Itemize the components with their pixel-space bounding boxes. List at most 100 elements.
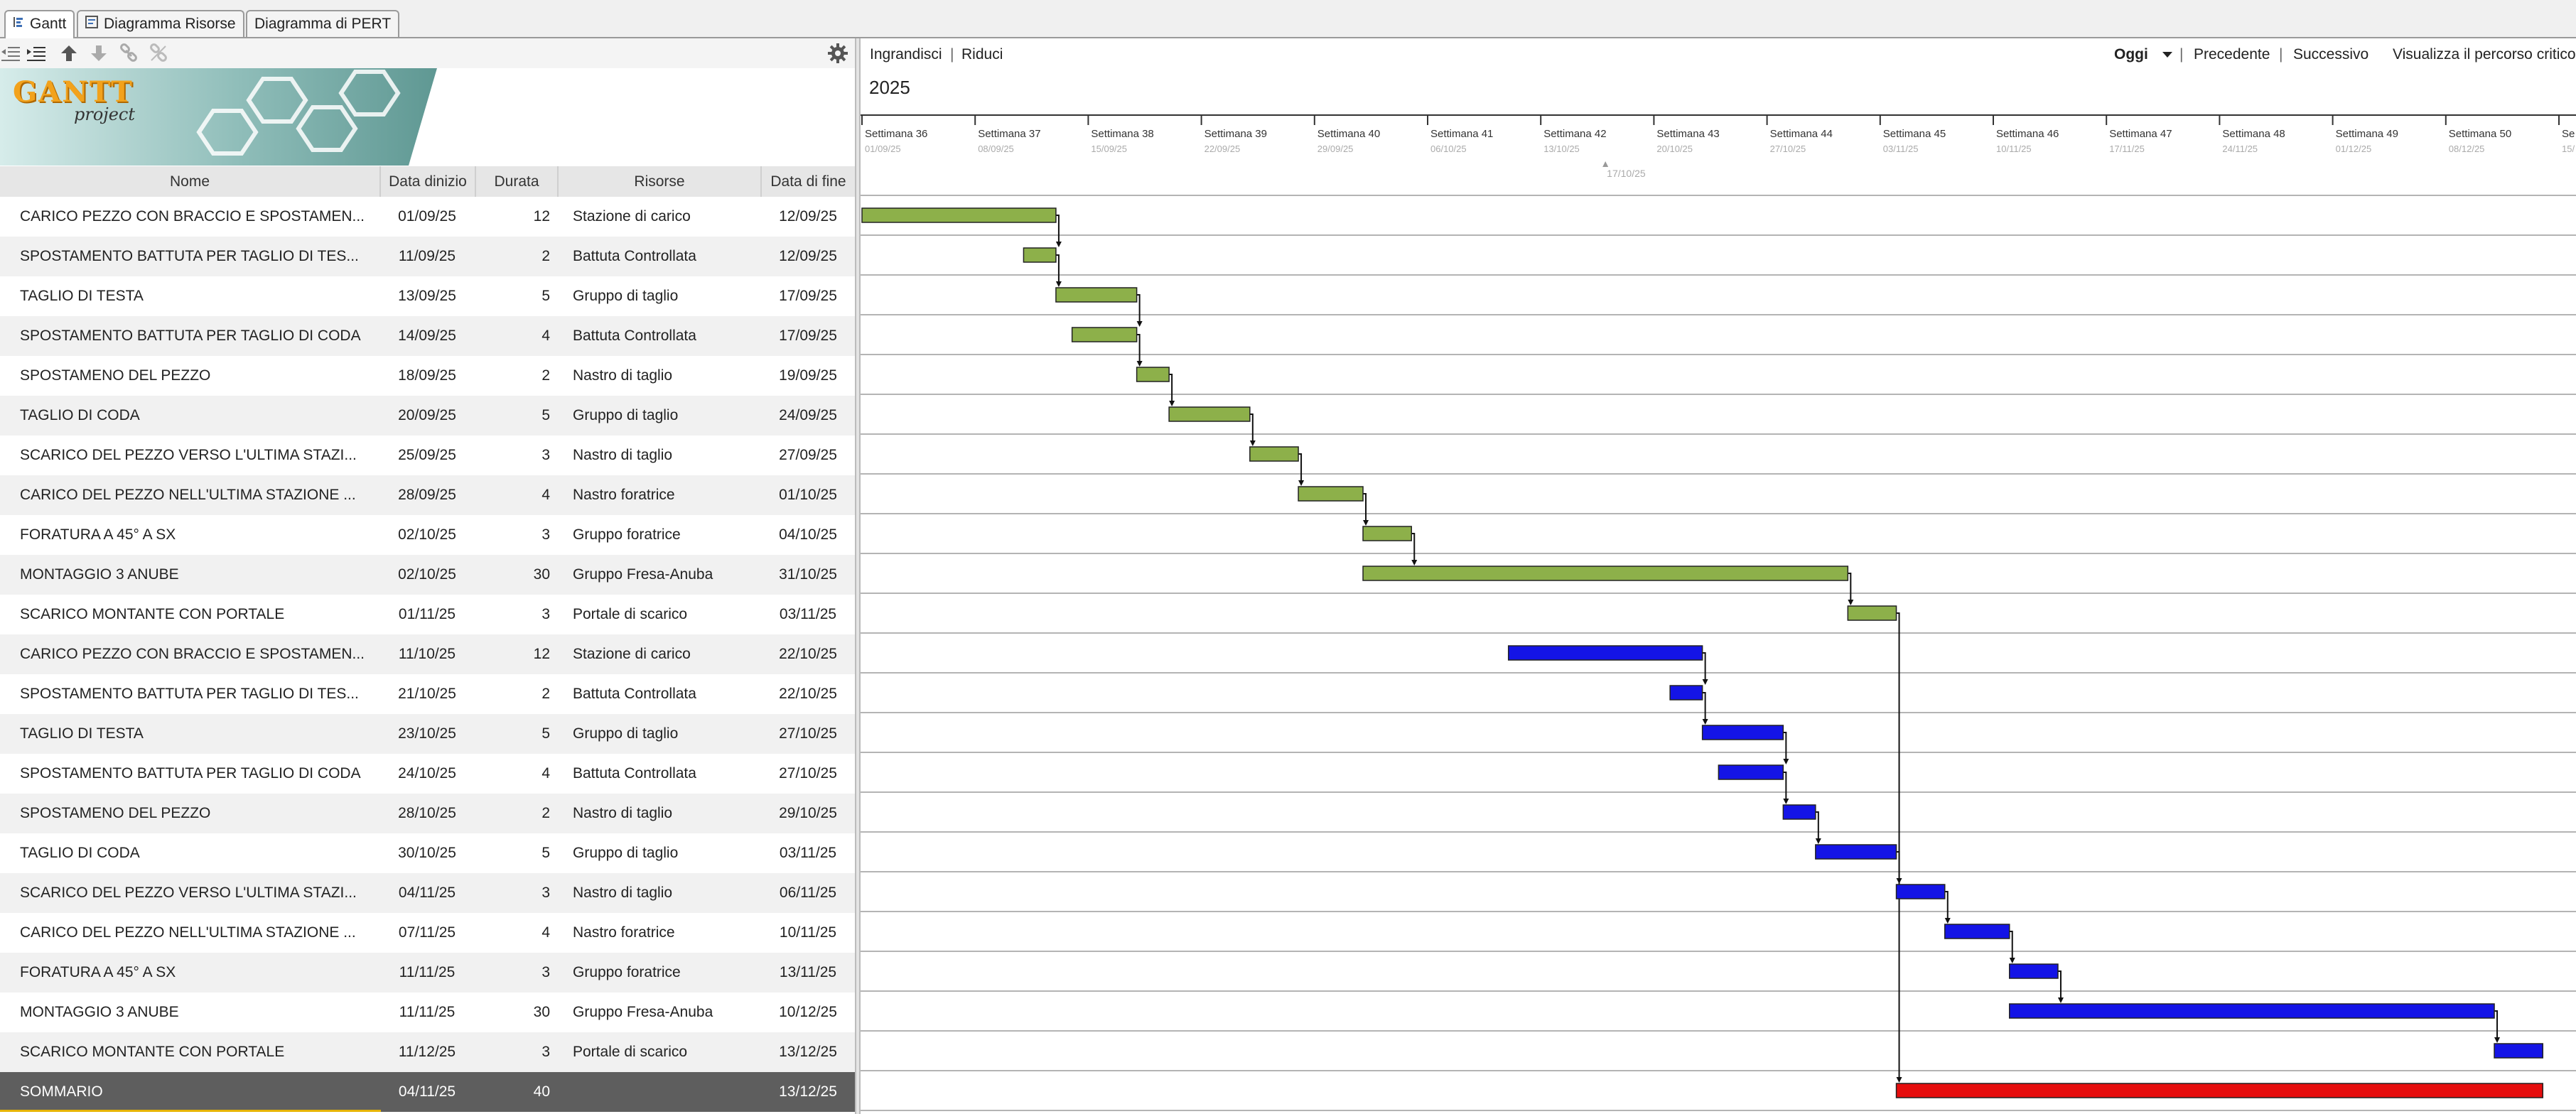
task-resource: Nastro di taglio	[573, 885, 673, 901]
tab-bar: Gantt Diagramma Risorse Diagramma di PER…	[0, 0, 2576, 38]
task-table-body: CARICO PEZZO CON BRACCIO E SPOSTAMEN... 0…	[0, 197, 855, 1112]
gantt-chart-canvas[interactable]: Settimana 36 01/09/25 Settimana 37 08/09/25…	[861, 38, 2576, 1114]
dependency-arrow-head	[1896, 878, 1902, 884]
task-resource: Battuta Controllata	[573, 248, 696, 264]
task-name: CARICO PEZZO CON BRACCIO E SPOSTAMEN...	[20, 646, 365, 662]
column-header-start[interactable]: Data dinizio	[381, 166, 476, 197]
table-row[interactable]: TAGLIO DI CODA 20/09/25 5 Gruppo di taglio 2…	[0, 396, 855, 436]
task-duration: 2	[541, 367, 550, 384]
task-end-date: 27/09/25	[779, 447, 837, 463]
column-header-duration[interactable]: Durata	[476, 166, 559, 197]
link-icon[interactable]	[118, 43, 139, 64]
gantt-chart-pane: Ingrandisci | Riduci Oggi | Precedente |…	[861, 38, 2576, 1114]
table-row[interactable]: CARICO PEZZO CON BRACCIO E SPOSTAMEN... 1…	[0, 634, 855, 674]
task-duration: 12	[533, 208, 550, 225]
tab-pert-label: Diagramma di PERT	[254, 16, 392, 32]
dependency-arrow-head	[1896, 1077, 1902, 1083]
task-start-date: 13/09/25	[398, 288, 456, 304]
task-resource: Gruppo Fresa-Anuba	[573, 566, 713, 583]
table-row[interactable]: SPOSTAMENO DEL PEZZO 28/10/25 2 Nastro di t…	[0, 794, 855, 833]
task-resource: Portale di scarico	[573, 1044, 688, 1060]
summary-row[interactable]: SOMMARIO 04/11/25 40 13/12/25	[0, 1072, 855, 1112]
task-duration: 3	[541, 1044, 550, 1060]
task-bar	[1718, 764, 1784, 780]
dependency-arrow-head	[1363, 520, 1369, 526]
table-row[interactable]: SPOSTAMENTO BATTUTA PER TAGLIO DI TES...…	[0, 237, 855, 276]
table-row[interactable]: SCARICO MONTANTE CON PORTALE 01/11/25 3 Por…	[0, 595, 855, 634]
task-name: SPOSTAMENTO BATTUTA PER TAGLIO DI TES...	[20, 686, 359, 702]
week-date: 17/11/25	[2109, 144, 2145, 154]
table-row[interactable]: CARICO DEL PEZZO NELL'ULTIMA STAZIONE ..…	[0, 475, 855, 515]
task-start-date: 18/09/25	[398, 367, 456, 384]
dependency-arrow-head	[1783, 759, 1789, 764]
week-date: 01/09/25	[865, 144, 901, 154]
dependency-arrow-head	[1783, 799, 1789, 804]
move-down-icon[interactable]	[88, 43, 109, 64]
table-row[interactable]: SPOSTAMENTO BATTUTA PER TAGLIO DI TES...…	[0, 674, 855, 714]
task-duration: 2	[541, 248, 550, 264]
dependency-arrow-head	[1249, 440, 1256, 446]
tab-pert[interactable]: Diagramma di PERT	[246, 10, 400, 37]
task-toolbar	[0, 38, 855, 68]
column-header-name[interactable]: Nome	[0, 166, 381, 197]
task-duration: 4	[541, 487, 550, 503]
move-up-icon[interactable]	[58, 43, 80, 64]
dependency-arrow-head	[1136, 321, 1143, 327]
table-row[interactable]: TAGLIO DI TESTA 23/10/25 5 Gruppo di taglio…	[0, 714, 855, 754]
indent-icon[interactable]	[26, 43, 47, 64]
gear-icon[interactable]	[827, 43, 848, 64]
task-bar	[1168, 406, 1251, 422]
dependency-arrow-head	[1055, 242, 1062, 247]
table-row[interactable]: MONTAGGIO 3 ANUBE 02/10/25 30 Gruppo Fresa-…	[0, 555, 855, 595]
table-row[interactable]: SCARICO MONTANTE CON PORTALE 11/12/25 3 Por…	[0, 1032, 855, 1072]
task-start-date: 11/11/25	[399, 1004, 456, 1020]
outdent-icon[interactable]	[0, 43, 21, 64]
table-row[interactable]: SPOSTAMENTO BATTUTA PER TAGLIO DI CODA 14…	[0, 316, 855, 356]
task-duration: 2	[541, 805, 550, 821]
table-row[interactable]: SCARICO DEL PEZZO VERSO L'ULTIMA STAZI..…	[0, 873, 855, 913]
unlink-icon[interactable]	[148, 43, 169, 64]
task-duration: 5	[541, 288, 550, 304]
pane-splitter[interactable]	[855, 38, 861, 1114]
week-label: Settimana 38	[1091, 128, 1153, 140]
dependency-arrow-head	[1944, 918, 1951, 924]
table-row[interactable]: SCARICO DEL PEZZO VERSO L'ULTIMA STAZI..…	[0, 436, 855, 475]
week-label: Settimana 40	[1317, 128, 1380, 140]
task-bar	[861, 207, 1057, 223]
task-name: SCARICO DEL PEZZO VERSO L'ULTIMA STAZI..…	[20, 447, 357, 463]
task-bar	[1249, 446, 1299, 462]
resource-chart-icon	[85, 11, 98, 37]
tab-gantt[interactable]: Gantt	[4, 10, 75, 38]
table-row[interactable]: FORATURA A 45° A SX 11/11/25 3 Gruppo forat…	[0, 953, 855, 993]
table-row[interactable]: TAGLIO DI CODA 30/10/25 5 Gruppo di taglio 0…	[0, 833, 855, 873]
task-bar	[1071, 327, 1138, 342]
task-duration: 3	[541, 447, 550, 463]
week-date: 22/09/25	[1205, 144, 1241, 154]
task-name: FORATURA A 45° A SX	[20, 526, 176, 543]
table-row[interactable]: MONTAGGIO 3 ANUBE 11/11/25 30 Gruppo Fresa-…	[0, 993, 855, 1032]
table-row[interactable]: FORATURA A 45° A SX 02/10/25 3 Gruppo forat…	[0, 515, 855, 555]
task-end-date: 01/10/25	[779, 487, 837, 503]
week-date: 20/10/25	[1656, 144, 1693, 154]
task-resource: Stazione di carico	[573, 646, 691, 662]
table-row[interactable]: CARICO DEL PEZZO NELL'ULTIMA STAZIONE ..…	[0, 913, 855, 953]
table-row[interactable]: SPOSTAMENTO BATTUTA PER TAGLIO DI CODA 24…	[0, 754, 855, 794]
week-date: 15/	[2562, 144, 2575, 154]
column-header-resource[interactable]: Risorse	[559, 166, 762, 197]
tab-resource-chart[interactable]: Diagramma Risorse	[77, 10, 244, 37]
table-row[interactable]: SPOSTAMENO DEL PEZZO 18/09/25 2 Nastro di t…	[0, 356, 855, 396]
task-start-date: 21/10/25	[398, 686, 456, 702]
tab-gantt-label: Gantt	[30, 16, 67, 32]
task-bar	[1815, 844, 1897, 860]
dependency-arrow-head	[1055, 281, 1062, 287]
task-resource: Nastro di taglio	[573, 447, 673, 463]
week-date: 06/10/25	[1430, 144, 1467, 154]
table-row[interactable]: TAGLIO DI TESTA 13/09/25 5 Gruppo di taglio…	[0, 276, 855, 316]
task-name: MONTAGGIO 3 ANUBE	[20, 1004, 179, 1020]
column-header-end[interactable]: Data di fine	[762, 166, 855, 197]
task-resource: Nastro foratrice	[573, 924, 675, 941]
task-name: SPOSTAMENTO BATTUTA PER TAGLIO DI TES...	[20, 248, 359, 264]
task-name: SOMMARIO	[20, 1083, 103, 1100]
table-row[interactable]: CARICO PEZZO CON BRACCIO E SPOSTAMEN... 0…	[0, 197, 855, 237]
week-label: Settimana 36	[865, 128, 927, 140]
